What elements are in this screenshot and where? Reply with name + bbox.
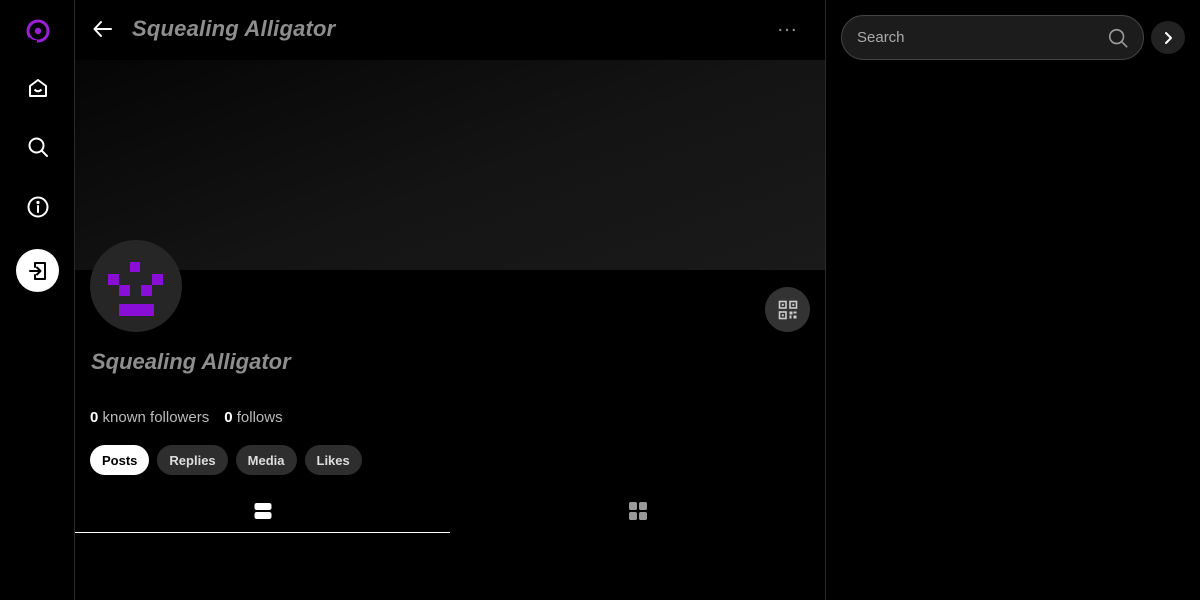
follow-stats: 0 known followers 0 follows <box>90 409 283 426</box>
tab-list-view[interactable] <box>75 490 450 533</box>
right-sidebar <box>826 0 1200 600</box>
expand-sidebar-button[interactable] <box>1151 21 1185 54</box>
login-icon <box>28 261 46 280</box>
tab-likes[interactable]: Likes <box>304 445 362 475</box>
followers-stat[interactable]: 0 known followers <box>90 409 209 426</box>
logo-button[interactable] <box>16 9 59 52</box>
followers-label: known followers <box>98 409 210 426</box>
follows-count: 0 <box>224 409 233 426</box>
profile-banner <box>75 60 825 270</box>
tab-replies[interactable]: Replies <box>157 445 228 475</box>
follows-stat[interactable]: 0 follows <box>224 409 282 426</box>
grid-view-icon <box>628 502 647 520</box>
qr-code-icon <box>778 300 797 319</box>
follows-label: follows <box>232 409 283 426</box>
home-icon <box>28 78 47 97</box>
arrow-left-icon <box>93 21 112 37</box>
search-input[interactable] <box>857 29 1107 46</box>
info-icon <box>27 196 48 217</box>
left-nav-rail <box>0 0 75 600</box>
chevron-right-icon <box>1165 31 1172 44</box>
list-view-icon <box>254 503 271 519</box>
search-nav-button[interactable] <box>16 125 59 168</box>
avatar[interactable] <box>90 240 182 332</box>
tab-media[interactable]: Media <box>235 445 297 475</box>
magnifier-icon[interactable] <box>1107 27 1129 49</box>
header-title: Squealing Alligator <box>132 16 336 41</box>
search-box <box>841 15 1144 60</box>
tab-posts[interactable]: Posts <box>90 445 150 475</box>
more-options-button[interactable] <box>775 20 799 40</box>
profile-main-column: Squealing Alligator Squealing Alligator … <box>75 0 826 600</box>
more-horizontal-icon <box>779 28 795 32</box>
info-button[interactable] <box>16 185 59 228</box>
tab-grid-view[interactable] <box>450 490 825 533</box>
login-button[interactable] <box>16 249 59 292</box>
qr-code-button[interactable] <box>765 287 810 332</box>
logo-icon <box>26 19 49 42</box>
home-button[interactable] <box>16 66 59 109</box>
view-mode-tabs <box>75 490 825 534</box>
profile-display-name: Squealing Alligator <box>91 349 291 374</box>
profile-filter-tabs: Posts Replies Media Likes <box>90 445 362 475</box>
profile-header-bar: Squealing Alligator <box>75 0 825 60</box>
pixel-face-avatar-icon <box>108 262 163 316</box>
search-icon <box>28 137 48 157</box>
back-button[interactable] <box>91 17 115 41</box>
app-root: Squealing Alligator Squealing Alligator … <box>0 0 1200 600</box>
